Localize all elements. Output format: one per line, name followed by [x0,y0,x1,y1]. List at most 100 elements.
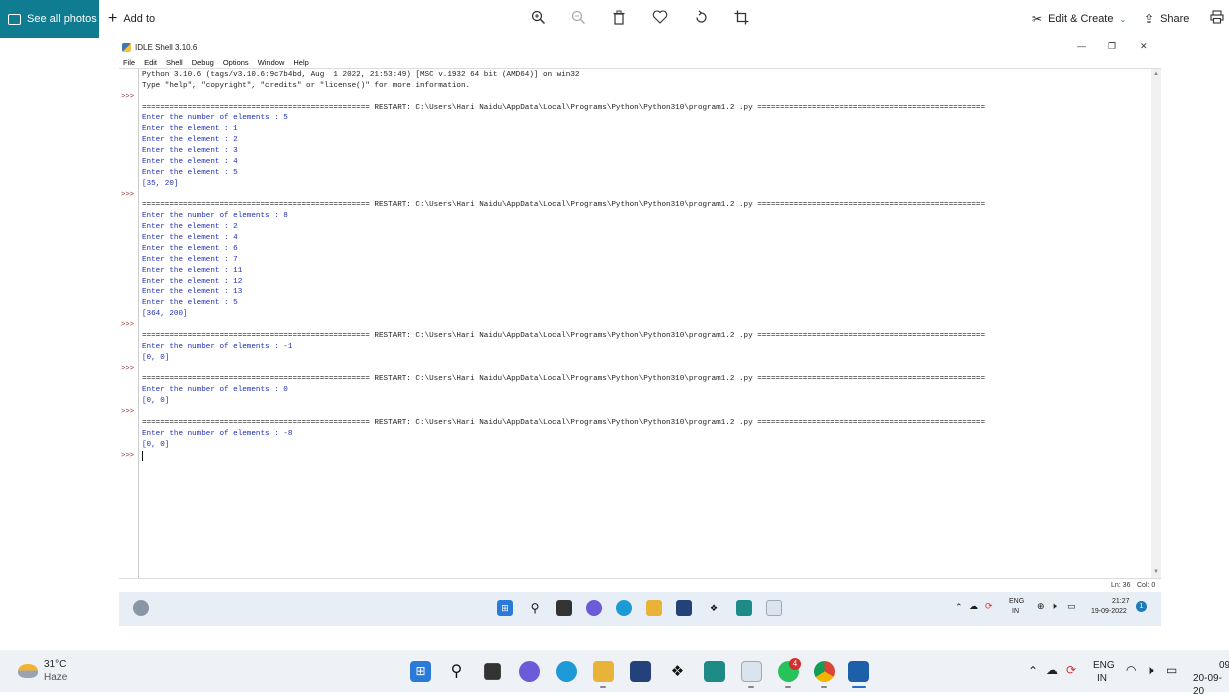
shell-line: [0, 0] [142,353,170,362]
notification-badge: 1 [1136,601,1147,612]
shell-line: [364, 200] [142,310,188,319]
sync-icon: ⟳ [985,601,993,611]
volume-icon: 🕨 [1051,601,1057,611]
vertical-scrollbar: ▲ ▼ [1151,69,1161,579]
dropbox-icon[interactable]: ❖ [667,661,688,682]
weather-icon [133,600,149,616]
network-icon: ⊕ [1037,601,1045,611]
see-all-photos-button[interactable]: See all photos [0,0,99,38]
store-icon[interactable] [630,661,651,682]
wifi-icon[interactable]: ◠ [1126,664,1136,677]
crop-icon[interactable] [732,10,750,28]
print-icon[interactable] [1210,10,1224,27]
photos-app-icon[interactable] [848,661,869,682]
status-line-number: Ln: 36 [1111,582,1131,589]
weather-condition: Haze [44,672,68,683]
photos-toolbar: See all photos + Add to ✂ Edit & Create … [0,0,1229,38]
chevron-down-icon: ⌄ [1119,14,1127,24]
scroll-up-icon: ▲ [1153,71,1159,77]
task-view-icon [556,600,572,616]
search-icon: ⚲ [530,601,540,615]
inner-tray-region: IN [1012,608,1019,615]
shell-line: ========================================… [142,201,986,210]
idle-title-bar: IDLE Shell 3.10.6 [119,38,1161,56]
dropbox-icon: ❖ [709,603,719,613]
edit-create-label: Edit & Create [1048,13,1114,25]
windows-taskbar: 31°C Haze ⊞ ⚲ ❖ 4 ⌃ ☁ ⟳ ENG IN ◠ 🕨 ▭ 09 … [0,650,1229,697]
shell-line: [0, 0] [142,440,170,449]
chrome-icon[interactable] [814,661,835,682]
edit-create-icon: ✂ [1032,12,1043,26]
shell-line: Enter the element : 13 [142,288,243,297]
edge-icon[interactable] [556,661,577,682]
inner-tray-time: 21:27 [1112,598,1130,605]
prompt-marker: >>> [121,191,135,199]
shell-output-area: >>> >>> >>> >>> >>> >>> Python 3.10.6 (t… [119,68,1161,579]
shell-line: Enter the element : 4 [142,234,238,243]
shell-line: Enter the element : 3 [142,147,238,156]
shell-line: [35, 20] [142,179,179,188]
share-label: Share [1160,13,1190,25]
battery-icon[interactable]: ▭ [1166,664,1177,677]
shell-line: Enter the element : 5 [142,299,238,308]
prompt-marker: >>> [121,408,135,416]
onedrive-icon: ☁ [969,601,978,611]
shell-line: Enter the element : 2 [142,223,238,232]
edit-create-button[interactable]: ✂ Edit & Create ⌄ [1032,0,1126,38]
text-cursor [142,451,143,461]
shell-line: Enter the element : 1 [142,125,238,134]
shell-line: Enter the element : 2 [142,136,238,145]
shell-line: Enter the element : 4 [142,157,238,166]
whatsapp-badge: 4 [789,658,801,670]
shell-line: Enter the number of elements : -1 [142,342,293,351]
volume-icon[interactable]: 🕨 [1146,664,1154,677]
share-button[interactable]: ⇪ Share [1144,0,1189,38]
sync-icon[interactable]: ⟳ [1066,664,1076,677]
search-icon[interactable]: ⚲ [446,661,467,682]
running-indicator [600,686,606,688]
zoom-in-icon[interactable] [529,10,547,28]
edge-icon [616,600,632,616]
favorite-heart-icon[interactable] [651,10,669,28]
share-icon: ⇪ [1144,12,1155,26]
prompt-marker: >>> [121,93,135,101]
restore-icon: ❐ [1108,41,1117,51]
app-icon[interactable] [704,661,725,682]
file-explorer-icon[interactable] [593,661,614,682]
delete-icon[interactable] [610,10,628,28]
tray-chevron-icon[interactable]: ⌃ [1028,665,1038,678]
prompt-marker: >>> [121,452,135,460]
menu-edit: Edit [144,57,158,67]
shell-line: Enter the number of elements : 5 [142,114,288,123]
tray-language[interactable]: ENG [1093,659,1115,672]
status-column: Col: 0 [1137,582,1156,589]
chat-icon[interactable] [519,661,540,682]
shell-line: [0, 0] [142,397,170,406]
idle-status-bar: Ln: 36 Col: 0 [119,578,1161,592]
tray-region: IN [1097,673,1107,684]
shell-line: Enter the element : 5 [142,168,238,177]
clock-time[interactable]: 09 [1219,659,1229,672]
task-view-icon[interactable] [484,663,501,680]
weather-widget[interactable]: 31°C Haze [18,658,67,684]
add-to-button[interactable]: + Add to [108,0,155,38]
screenshot-taskbar: ⊞ ⚲ ❖ ⌃ ☁ ⟳ ENG IN ⊕ 🕨 ▭ 21:27 19-09-202… [119,592,1161,626]
shell-line: Enter the number of elements : 8 [142,212,288,221]
menu-file: File [123,57,136,67]
shell-line: Type "help", "copyright", "credits" or "… [142,81,471,90]
python-idle-icon[interactable] [741,661,762,682]
chat-icon [586,600,602,616]
onedrive-icon[interactable]: ☁ [1046,664,1058,677]
start-icon[interactable]: ⊞ [410,661,431,682]
zoom-out-icon[interactable] [569,10,587,28]
inner-tray-date: 19-09-2022 [1091,608,1127,615]
shell-line: ========================================… [142,331,986,340]
scroll-down-icon: ▼ [1153,569,1159,575]
haze-weather-icon [18,664,38,678]
menu-shell: Shell [166,57,183,67]
python-idle-icon [766,600,782,616]
menu-window: Window [257,57,285,67]
rotate-icon[interactable] [692,10,710,28]
shell-line: Python 3.10.6 (tags/v3.10.6:9c7b4bd, Aug… [142,71,580,79]
see-all-photos-label: See all photos [27,13,97,25]
